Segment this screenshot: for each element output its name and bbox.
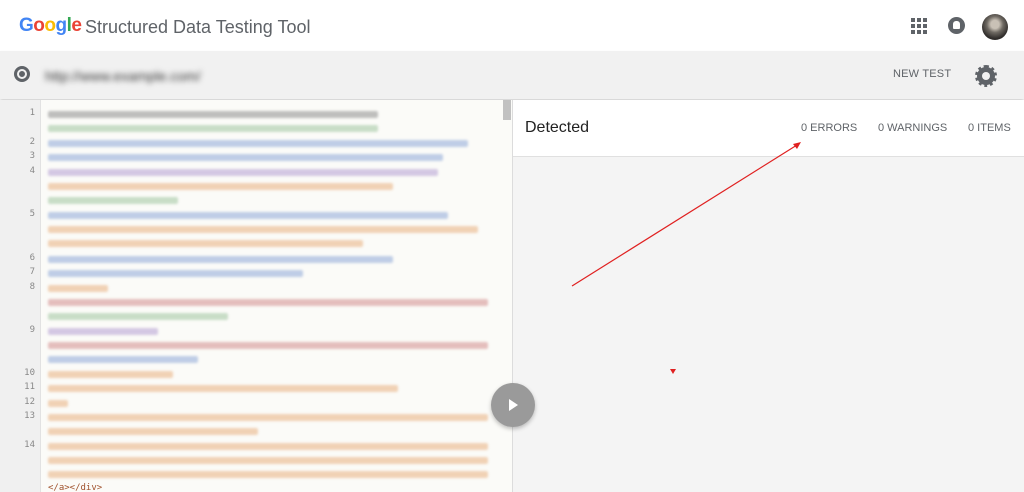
line-number: 12	[24, 397, 35, 407]
google-logo: Google	[19, 15, 82, 37]
avatar[interactable]	[982, 14, 1008, 40]
url-bar: http://www.example.com/ NEW TEST	[0, 51, 1024, 99]
results-header: Detected 0 ERRORS 0 WARNINGS 0 ITEMS	[513, 100, 1024, 157]
apps-grid-icon[interactable]	[911, 18, 927, 34]
logo-letter: o	[44, 15, 56, 36]
code-line	[48, 154, 443, 161]
logo-letter: e	[71, 15, 82, 36]
code-line	[48, 443, 488, 450]
line-number: 8	[29, 282, 35, 292]
code-line	[48, 385, 398, 392]
code-line	[48, 169, 438, 176]
logo-letter: g	[55, 15, 68, 36]
line-number: 4	[29, 166, 35, 176]
code-line	[48, 457, 488, 464]
line-number: 2	[29, 137, 35, 147]
code-line	[48, 125, 378, 132]
line-number: 9	[29, 325, 35, 335]
line-number: 1	[29, 108, 35, 118]
results-title: Detected	[525, 119, 590, 136]
run-test-button[interactable]	[491, 383, 535, 427]
code-line	[48, 183, 393, 190]
code-line	[48, 212, 448, 219]
code-line	[48, 371, 173, 378]
page-title: Structured Data Testing Tool	[85, 17, 311, 37]
line-number: 11	[24, 382, 35, 392]
warnings-count[interactable]: 0 WARNINGS	[878, 122, 947, 134]
line-number: 3	[29, 151, 35, 161]
gear-icon[interactable]	[975, 65, 997, 87]
url-input[interactable]: http://www.example.com/	[45, 68, 201, 84]
line-number: 13	[24, 411, 35, 421]
code-line	[48, 299, 488, 306]
line-number: 6	[29, 253, 35, 263]
line-number: 7	[29, 267, 35, 277]
code-line	[48, 342, 488, 349]
results-panel: Detected 0 ERRORS 0 WARNINGS 0 ITEMS	[513, 100, 1024, 492]
notifications-icon[interactable]	[948, 17, 965, 34]
line-gutter: 1 2 3 4 5 6 7 8 9 10 11 12 13 14	[0, 100, 41, 492]
new-test-button[interactable]: NEW TEST	[893, 68, 951, 80]
logo-letter: G	[19, 15, 34, 36]
code-line	[48, 111, 378, 118]
line-number: 14	[24, 440, 35, 450]
line-number: 5	[29, 209, 35, 219]
code-line	[48, 140, 468, 147]
errors-count[interactable]: 0 ERRORS	[801, 122, 857, 134]
code-editor[interactable]: 1 2 3 4 5 6 7 8 9 10 11 12 13 14 </a></d…	[0, 100, 513, 492]
code-line	[48, 256, 393, 263]
code-line	[48, 428, 258, 435]
code-line	[48, 414, 488, 421]
line-number: 10	[24, 368, 35, 378]
code-line	[48, 400, 68, 407]
code-line	[48, 313, 228, 320]
code-line	[48, 226, 478, 233]
code-line	[48, 356, 198, 363]
items-count[interactable]: 0 ITEMS	[968, 122, 1011, 134]
code-line	[48, 240, 363, 247]
code-line	[48, 285, 108, 292]
code-line-tail: </a></div>	[48, 483, 103, 492]
code-line	[48, 471, 488, 478]
top-bar: Google Structured Data Testing Tool	[0, 0, 1024, 51]
logo-letter: o	[33, 15, 45, 36]
code-line	[48, 197, 178, 204]
globe-icon	[14, 66, 30, 82]
code-line	[48, 328, 158, 335]
editor-scrollbar[interactable]	[503, 100, 511, 120]
code-line	[48, 270, 303, 277]
